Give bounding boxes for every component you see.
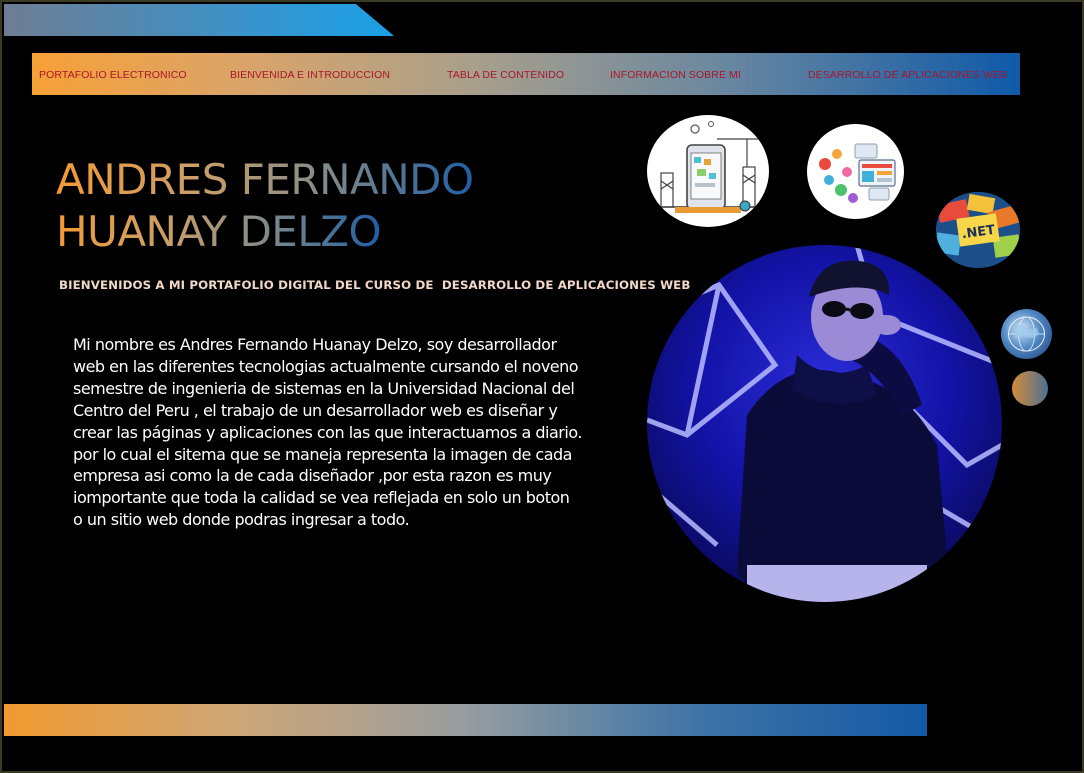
profile-photo bbox=[647, 245, 1002, 602]
dotnet-logo-icon: .NET bbox=[936, 192, 1020, 268]
nav-link-desarrollo-aplicaciones-web[interactable]: DESARROLLO DE APLICACIONES WEB bbox=[808, 69, 1007, 81]
top-navigation-bar: PORTAFOLIO ELECTRONICO BIENVENIDA E INTR… bbox=[32, 53, 1020, 95]
welcome-subtitle: BIENVENIDOS A MI PORTAFOLIO DIGITAL DEL … bbox=[59, 278, 691, 292]
bio-paragraph: Mi nombre es Andres Fernando Huanay Delz… bbox=[73, 335, 582, 530]
nav-link-bienvenida[interactable]: BIENVENIDA E INTRODUCCION bbox=[230, 69, 390, 81]
web-apps-illustration-icon bbox=[807, 124, 904, 219]
page-title: ANDRES FERNANDO HUANAY DELZO bbox=[56, 154, 616, 258]
nav-link-portafolio-electronico[interactable]: PORTAFOLIO ELECTRONICO bbox=[39, 69, 187, 81]
decorative-dot bbox=[1012, 371, 1048, 406]
globe-icon bbox=[1001, 309, 1052, 359]
bottom-accent-bar bbox=[4, 704, 927, 736]
nav-link-informacion-sobre-mi[interactable]: INFORMACION SOBRE MI bbox=[610, 69, 741, 81]
mobile-app-development-icon bbox=[647, 115, 769, 227]
name-line-1: ANDRES FERNANDO bbox=[56, 155, 474, 204]
slide-frame: PORTAFOLIO ELECTRONICO BIENVENIDA E INTR… bbox=[0, 0, 1084, 773]
name-line-2: HUANAY DELZO bbox=[56, 207, 382, 256]
top-accent-bar bbox=[4, 4, 394, 36]
nav-link-tabla-de-contenido[interactable]: TABLA DE CONTENIDO bbox=[447, 69, 564, 81]
